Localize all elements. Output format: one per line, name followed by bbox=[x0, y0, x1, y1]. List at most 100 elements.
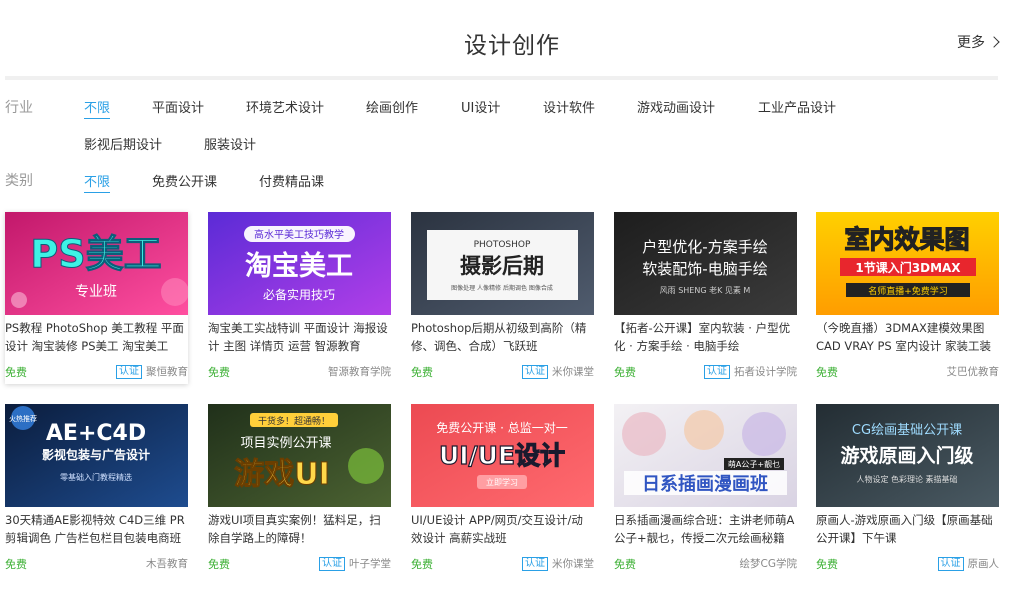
provider-name[interactable]: 米你课堂 bbox=[552, 364, 594, 379]
provider-info: 绘梦CG学院 bbox=[740, 556, 797, 571]
thumb-top: CG绘画基础公开课 bbox=[852, 423, 962, 438]
thumb-title-2: 项目实例公开课 bbox=[240, 436, 331, 451]
provider-info: 艾巴优教育 bbox=[947, 364, 1000, 379]
course-card[interactable]: 干货多！超通畅！ 项目实例公开课 游戏UI 游戏UI项目真实案例！猛料足，扫除自… bbox=[208, 404, 391, 576]
course-thumbnail[interactable]: 室内效果图 1节课入门3DMAX 名师直播+免费学习 bbox=[816, 212, 999, 315]
header-divider bbox=[5, 76, 998, 80]
category-filter-label: 类别 bbox=[5, 173, 33, 189]
provider-name[interactable]: 原画人 bbox=[968, 556, 1000, 571]
course-title[interactable]: （今晚直播）3DMAX建模效果图 CAD VRAY PS 室内设计 家装工装 bbox=[816, 319, 999, 355]
thumb-title: 室内效果图 bbox=[844, 225, 969, 254]
course-card[interactable]: PHOTOSHOP 摄影后期 图像处理 人像精修 后期调色 图像合成 Photo… bbox=[411, 212, 594, 384]
verified-badge: 认证 bbox=[319, 556, 345, 571]
thumb-title: 游戏UI bbox=[234, 457, 330, 492]
course-title[interactable]: Photoshop后期从初级到高阶（精修、调色、合成）飞跃班 bbox=[411, 319, 594, 355]
category-filter-paid[interactable]: 付费精品课 bbox=[259, 171, 324, 190]
course-thumbnail[interactable]: PS美工 专业班 bbox=[5, 212, 188, 315]
course-price: 免费 bbox=[411, 558, 433, 571]
provider-name[interactable]: 拓者设计学院 bbox=[734, 364, 797, 379]
industry-filter-label: 行业 bbox=[5, 100, 33, 116]
course-title[interactable]: UI/UE设计 APP/网页/交互设计/动效设计 高薪实战班 bbox=[411, 511, 594, 547]
industry-filter-software[interactable]: 设计软件 bbox=[543, 97, 595, 116]
thumb-title: 日系插画漫画班 bbox=[642, 473, 768, 495]
verified-badge: 认证 bbox=[704, 364, 730, 379]
chevron-right-icon bbox=[988, 36, 1000, 48]
course-thumbnail[interactable]: CG绘画基础公开课 游戏原画入门级 人物设定 色彩理论 素描基础 bbox=[816, 404, 999, 507]
thumb-subtitle: 人物设定 色彩理论 素描基础 bbox=[856, 474, 957, 484]
course-thumbnail[interactable]: 免费公开课 · 总监一对一 UI/UE设计 立即学习 bbox=[411, 404, 594, 507]
thumb-subtitle: 必备实用技巧 bbox=[263, 287, 335, 302]
industry-filter-painting[interactable]: 绘画创作 bbox=[366, 97, 418, 116]
thumb-title: 淘宝美工 bbox=[245, 250, 353, 282]
course-title[interactable]: 日系插画漫画综合班：主讲老师萌A公子+靓乜，传授二次元绘画秘籍 bbox=[614, 511, 797, 547]
course-title[interactable]: 【拓者-公开课】室内软装 · 户型优化 · 方案手绘 · 电脑手绘 bbox=[614, 319, 797, 355]
provider-name[interactable]: 叶子学堂 bbox=[349, 556, 391, 571]
course-thumbnail[interactable]: PHOTOSHOP 摄影后期 图像处理 人像精修 后期调色 图像合成 bbox=[411, 212, 594, 315]
thumb-subtitle: 立即学习 bbox=[486, 477, 518, 487]
course-thumbnail[interactable]: 高水平美工技巧教学 淘宝美工 必备实用技巧 bbox=[208, 212, 391, 315]
thumb-title: 户型优化-方案手绘 bbox=[642, 238, 767, 256]
thumb-top: PHOTOSHOP bbox=[474, 240, 531, 250]
verified-badge: 认证 bbox=[937, 556, 964, 571]
industry-filter-all[interactable]: 不限 bbox=[84, 97, 111, 119]
provider-info: 认证 米你课堂 bbox=[522, 556, 594, 571]
course-title[interactable]: 30天精通AE影视特效 C4D三维 PR剪辑调色 广告栏包栏目包装电商班 bbox=[5, 511, 188, 547]
provider-name[interactable]: 绘梦CG学院 bbox=[740, 556, 797, 571]
course-price: 免费 bbox=[614, 558, 636, 571]
provider-info: 认证 拓者设计学院 bbox=[704, 364, 797, 379]
thumb-top: 高水平美工技巧教学 bbox=[254, 228, 344, 241]
industry-filter-film[interactable]: 影视后期设计 bbox=[84, 134, 162, 153]
provider-name[interactable]: 聚恒教育 bbox=[146, 364, 188, 379]
thumb-top: 干货多！超通畅！ bbox=[258, 415, 330, 427]
course-price: 免费 bbox=[208, 366, 230, 379]
thumb-top: 萌A公子+靓乜 bbox=[728, 459, 780, 469]
verified-badge: 认证 bbox=[522, 364, 548, 379]
thumb-top: 免费公开课 · 总监一对一 bbox=[436, 420, 567, 435]
verified-badge: 认证 bbox=[522, 556, 548, 571]
course-title[interactable]: 原画人-游戏原画入门级【原画基础公开课】下午课 bbox=[816, 511, 999, 547]
category-filter-free[interactable]: 免费公开课 bbox=[152, 171, 217, 190]
course-price: 免费 bbox=[5, 558, 27, 571]
course-title[interactable]: 游戏UI项目真实案例！猛料足，扫除自学路上的障碍！ bbox=[208, 511, 391, 547]
industry-filter-industrial[interactable]: 工业产品设计 bbox=[758, 97, 836, 116]
more-link[interactable]: 更多 bbox=[957, 32, 1000, 52]
course-thumbnail[interactable]: 萌A公子+靓乜 日系插画漫画班 bbox=[614, 404, 797, 507]
thumb-title: PS美工 bbox=[30, 232, 161, 276]
thumb-top: 火热推荐 bbox=[9, 414, 37, 423]
course-card[interactable]: 火热推荐 AE+C4D 影视包装与广告设计 零基础入门教程精选 30天精通AE影… bbox=[5, 404, 188, 576]
industry-filter-environment[interactable]: 环境艺术设计 bbox=[246, 97, 324, 116]
provider-info: 智源教育学院 bbox=[328, 364, 391, 379]
thumb-subtitle: 风雨 SHENG 老K 见素 M bbox=[660, 285, 751, 295]
industry-filter-graphic[interactable]: 平面设计 bbox=[152, 97, 204, 116]
provider-name[interactable]: 艾巴优教育 bbox=[947, 364, 1000, 379]
category-filter-all[interactable]: 不限 bbox=[84, 171, 111, 193]
provider-name[interactable]: 智源教育学院 bbox=[328, 364, 391, 379]
course-card[interactable]: 室内效果图 1节课入门3DMAX 名师直播+免费学习 （今晚直播）3DMAX建模… bbox=[816, 212, 999, 384]
provider-info: 认证 米你课堂 bbox=[522, 364, 594, 379]
course-price: 免费 bbox=[208, 558, 230, 571]
course-price: 免费 bbox=[5, 366, 27, 379]
industry-filter-ui[interactable]: UI设计 bbox=[461, 97, 500, 116]
provider-name[interactable]: 木吾教育 bbox=[146, 556, 188, 571]
thumb-subtitle: 零基础入门教程精选 bbox=[60, 472, 132, 482]
thumb-title: AE+C4D bbox=[46, 421, 146, 446]
industry-filter-game-animation[interactable]: 游戏动画设计 bbox=[637, 97, 715, 116]
course-thumbnail[interactable]: 火热推荐 AE+C4D 影视包装与广告设计 零基础入门教程精选 bbox=[5, 404, 188, 507]
course-card[interactable]: 萌A公子+靓乜 日系插画漫画班 日系插画漫画综合班：主讲老师萌A公子+靓乜，传授… bbox=[614, 404, 797, 576]
course-thumbnail[interactable]: 户型优化-方案手绘 软装配饰-电脑手绘 风雨 SHENG 老K 见素 M bbox=[614, 212, 797, 315]
course-card[interactable]: 免费公开课 · 总监一对一 UI/UE设计 立即学习 UI/UE设计 APP/网… bbox=[411, 404, 594, 576]
course-card[interactable]: 户型优化-方案手绘 软装配饰-电脑手绘 风雨 SHENG 老K 见素 M 【拓者… bbox=[614, 212, 797, 384]
course-card[interactable]: PS美工 专业班 PS教程 PhotoShop 美工教程 平面设计 淘宝装修 P… bbox=[5, 212, 188, 384]
industry-filter-fashion[interactable]: 服装设计 bbox=[204, 134, 256, 153]
course-price: 免费 bbox=[411, 366, 433, 379]
provider-info: 认证 聚恒教育 bbox=[116, 364, 188, 379]
course-card[interactable]: 高水平美工技巧教学 淘宝美工 必备实用技巧 淘宝美工实战特训 平面设计 海报设计… bbox=[208, 212, 391, 384]
course-title[interactable]: 淘宝美工实战特训 平面设计 海报设计 主图 详情页 运营 智源教育 bbox=[208, 319, 391, 355]
thumb-title: UI/UE设计 bbox=[439, 441, 565, 470]
provider-name[interactable]: 米你课堂 bbox=[552, 556, 594, 571]
thumb-title-2: 影视包装与广告设计 bbox=[42, 447, 150, 462]
thumb-title: 摄影后期 bbox=[460, 254, 544, 278]
course-thumbnail[interactable]: 干货多！超通畅！ 项目实例公开课 游戏UI bbox=[208, 404, 391, 507]
course-title[interactable]: PS教程 PhotoShop 美工教程 平面设计 淘宝装修 PS美工 淘宝美工 bbox=[5, 319, 188, 355]
course-card[interactable]: CG绘画基础公开课 游戏原画入门级 人物设定 色彩理论 素描基础 原画人-游戏原… bbox=[816, 404, 999, 576]
